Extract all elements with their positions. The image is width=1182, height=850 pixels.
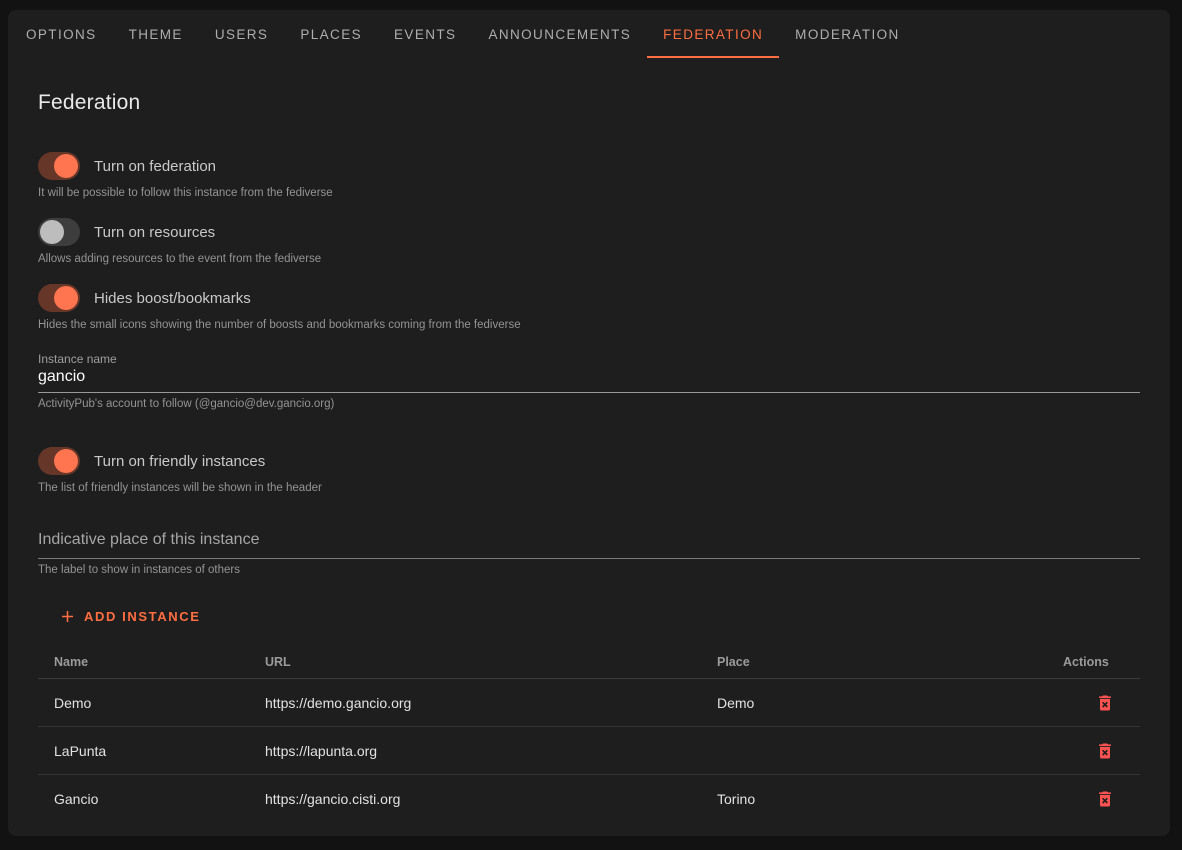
tab-announcements[interactable]: ANNOUNCEMENTS	[472, 10, 647, 58]
friendly-instances-toggle[interactable]	[38, 447, 80, 475]
tab-users[interactable]: USERS	[199, 10, 285, 58]
tab-places[interactable]: PLACES	[284, 10, 378, 58]
instance-url-cell: https://gancio.cisti.org	[249, 791, 701, 807]
toggle-thumb	[40, 220, 64, 244]
tab-moderation[interactable]: MODERATION	[779, 10, 916, 58]
hide-boosts-toggle[interactable]	[38, 284, 80, 312]
instance-name-cell: Gancio	[38, 791, 249, 807]
instance-name-cell: LaPunta	[38, 743, 249, 759]
setting-hint: Hides the small icons showing the number…	[38, 318, 1140, 332]
instance-place-input[interactable]	[38, 527, 1140, 559]
tab-federation[interactable]: FEDERATION	[647, 10, 779, 58]
trash-delete-forever-icon	[1095, 701, 1115, 715]
federation-settings-content: Federation Turn on federation It will be…	[8, 90, 1170, 823]
table-row: LaPunta https://lapunta.org	[38, 727, 1140, 775]
setting-hint: The list of friendly instances will be s…	[38, 481, 1140, 495]
instance-name-label: Instance name	[38, 352, 1140, 366]
instance-name-input[interactable]	[38, 366, 1140, 393]
instance-place-cell: Torino	[701, 791, 1047, 807]
instance-place-field: The label to show in instances of others	[38, 527, 1140, 577]
setting-federation: Turn on federation It will be possible t…	[38, 152, 1140, 200]
setting-hint: It will be possible to follow this insta…	[38, 186, 1140, 200]
trash-delete-forever-icon	[1095, 749, 1115, 763]
col-header-name: Name	[38, 655, 249, 669]
instance-name-field: Instance name ActivityPub's account to f…	[38, 352, 1140, 411]
plus-icon	[58, 607, 77, 626]
setting-hint: Allows adding resources to the event fro…	[38, 252, 1140, 266]
add-instance-label: ADD INSTANCE	[84, 609, 200, 624]
tab-options[interactable]: OPTIONS	[10, 10, 113, 58]
table-header-row: Name URL Place Actions	[38, 645, 1140, 679]
setting-resources: Turn on resources Allows adding resource…	[38, 218, 1140, 266]
add-instance-button[interactable]: ADD INSTANCE	[52, 603, 206, 630]
toggle-label: Hides boost/bookmarks	[94, 290, 251, 307]
federation-toggle[interactable]	[38, 152, 80, 180]
toggle-thumb	[54, 286, 78, 310]
instance-place-hint: The label to show in instances of others	[38, 563, 1140, 577]
trash-delete-forever-icon	[1095, 797, 1115, 811]
delete-instance-button[interactable]	[1093, 739, 1117, 763]
delete-instance-button[interactable]	[1093, 691, 1117, 715]
tab-theme[interactable]: THEME	[113, 10, 199, 58]
toggle-label: Turn on friendly instances	[94, 453, 265, 470]
admin-settings-panel: OPTIONS THEME USERS PLACES EVENTS ANNOUN…	[8, 10, 1170, 836]
toggle-label: Turn on federation	[94, 158, 216, 175]
toggle-label: Turn on resources	[94, 224, 215, 241]
instance-name-cell: Demo	[38, 695, 249, 711]
col-header-place: Place	[701, 655, 1047, 669]
toggle-thumb	[54, 449, 78, 473]
table-row: Gancio https://gancio.cisti.org Torino	[38, 775, 1140, 823]
delete-instance-button[interactable]	[1093, 787, 1117, 811]
col-header-url: URL	[249, 655, 701, 669]
instance-name-hint: ActivityPub's account to follow (@gancio…	[38, 397, 1140, 411]
instance-url-cell: https://lapunta.org	[249, 743, 701, 759]
table-row: Demo https://demo.gancio.org Demo	[38, 679, 1140, 727]
col-header-actions: Actions	[1047, 655, 1140, 669]
resources-toggle[interactable]	[38, 218, 80, 246]
setting-hide-boosts: Hides boost/bookmarks Hides the small ic…	[38, 284, 1140, 332]
toggle-thumb	[54, 154, 78, 178]
instance-url-cell: https://demo.gancio.org	[249, 695, 701, 711]
instances-table: Name URL Place Actions Demo https://demo…	[38, 645, 1140, 823]
setting-friendly-instances: Turn on friendly instances The list of f…	[38, 447, 1140, 495]
admin-tabbar: OPTIONS THEME USERS PLACES EVENTS ANNOUN…	[8, 10, 1170, 58]
instance-place-cell: Demo	[701, 695, 1047, 711]
tab-events[interactable]: EVENTS	[378, 10, 472, 58]
page-title: Federation	[38, 90, 1140, 116]
